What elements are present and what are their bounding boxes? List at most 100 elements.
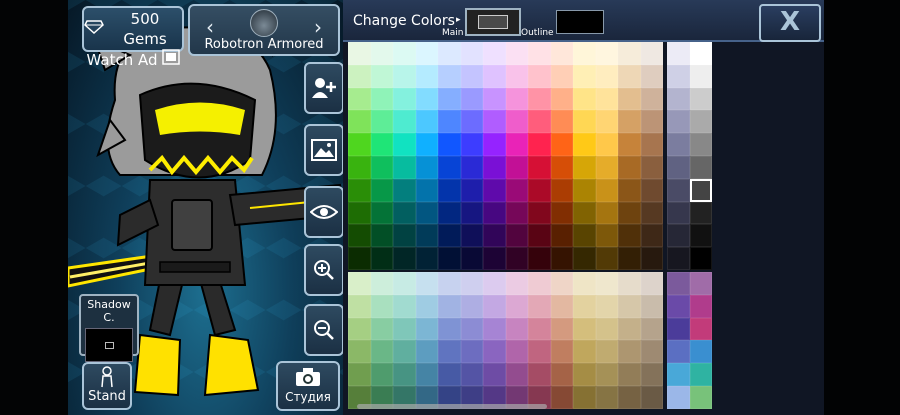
color-swatch[interactable]: [595, 156, 618, 179]
color-swatch[interactable]: [550, 363, 573, 386]
color-swatch[interactable]: [415, 340, 438, 364]
color-swatch[interactable]: [505, 156, 528, 179]
color-swatch[interactable]: [689, 156, 712, 179]
color-swatch[interactable]: [550, 224, 573, 248]
color-swatch[interactable]: [438, 133, 461, 156]
color-swatch[interactable]: [667, 386, 690, 409]
color-swatch[interactable]: [689, 294, 712, 318]
color-swatch[interactable]: [483, 133, 506, 156]
color-swatch[interactable]: [573, 272, 596, 295]
color-swatch[interactable]: [460, 42, 483, 65]
color-swatch[interactable]: [415, 156, 438, 179]
color-swatch[interactable]: [370, 201, 393, 225]
color-swatch[interactable]: [348, 317, 371, 341]
color-swatch[interactable]: [689, 247, 712, 270]
color-swatch[interactable]: [667, 317, 690, 341]
color-swatch[interactable]: [573, 247, 596, 270]
outline-color-swatch[interactable]: [556, 10, 604, 34]
color-swatch[interactable]: [528, 201, 551, 225]
color-swatch[interactable]: [505, 247, 528, 270]
color-swatch[interactable]: [460, 272, 483, 295]
color-swatch[interactable]: [415, 272, 438, 295]
color-swatch[interactable]: [640, 201, 663, 225]
color-swatch[interactable]: [348, 87, 371, 111]
color-swatch[interactable]: [573, 64, 596, 88]
color-swatch[interactable]: [393, 363, 416, 386]
color-swatch[interactable]: [483, 156, 506, 179]
color-swatch[interactable]: [438, 87, 461, 111]
color-swatch[interactable]: [667, 294, 690, 318]
color-swatch[interactable]: [689, 386, 712, 409]
color-swatch[interactable]: [689, 363, 712, 386]
color-swatch[interactable]: [370, 363, 393, 386]
color-swatch[interactable]: [438, 363, 461, 386]
zoom-out-button[interactable]: [304, 304, 344, 356]
color-swatch[interactable]: [689, 340, 712, 364]
color-swatch[interactable]: [438, 247, 461, 270]
color-swatch[interactable]: [573, 133, 596, 156]
color-swatch[interactable]: [415, 42, 438, 65]
color-swatch[interactable]: [618, 64, 641, 88]
color-swatch[interactable]: [618, 317, 641, 341]
color-swatch[interactable]: [640, 386, 663, 409]
color-swatch[interactable]: [483, 247, 506, 270]
color-swatch[interactable]: [667, 64, 690, 88]
color-swatch[interactable]: [393, 317, 416, 341]
color-swatch[interactable]: [595, 42, 618, 65]
color-swatch[interactable]: [348, 363, 371, 386]
color-swatch[interactable]: [595, 272, 618, 295]
chevron-left-icon[interactable]: ‹: [206, 15, 214, 39]
color-swatch[interactable]: [550, 247, 573, 270]
color-swatch[interactable]: [348, 42, 371, 65]
color-swatch[interactable]: [348, 340, 371, 364]
color-swatch[interactable]: [415, 294, 438, 318]
color-swatch[interactable]: [483, 87, 506, 111]
color-swatch[interactable]: [640, 272, 663, 295]
color-swatch[interactable]: [438, 272, 461, 295]
color-swatch[interactable]: [640, 340, 663, 364]
color-swatch[interactable]: [550, 110, 573, 134]
color-swatch[interactable]: [460, 201, 483, 225]
color-swatch[interactable]: [415, 133, 438, 156]
color-swatch[interactable]: [550, 272, 573, 295]
color-swatch[interactable]: [618, 247, 641, 270]
color-swatch[interactable]: [618, 224, 641, 248]
color-swatch[interactable]: [550, 178, 573, 202]
color-swatch[interactable]: [415, 224, 438, 248]
color-swatch[interactable]: [483, 178, 506, 202]
color-swatch[interactable]: [550, 201, 573, 225]
color-swatch[interactable]: [505, 294, 528, 318]
color-swatch[interactable]: [595, 317, 618, 341]
color-swatch[interactable]: [528, 42, 551, 65]
color-swatch[interactable]: [667, 133, 690, 156]
color-swatch[interactable]: [640, 224, 663, 248]
color-swatch[interactable]: [393, 294, 416, 318]
color-swatch[interactable]: [460, 363, 483, 386]
color-swatch[interactable]: [370, 42, 393, 65]
color-swatch[interactable]: [618, 133, 641, 156]
color-swatch[interactable]: [640, 247, 663, 270]
color-swatch[interactable]: [618, 87, 641, 111]
color-swatch[interactable]: [689, 110, 712, 134]
chevron-right-icon[interactable]: ›: [314, 15, 322, 39]
color-swatch[interactable]: [595, 87, 618, 111]
color-swatch[interactable]: [370, 133, 393, 156]
color-swatch[interactable]: [618, 386, 641, 409]
color-swatch[interactable]: [667, 247, 690, 270]
color-swatch[interactable]: [483, 317, 506, 341]
color-swatch[interactable]: [573, 317, 596, 341]
color-swatch[interactable]: [415, 201, 438, 225]
color-swatch[interactable]: [595, 64, 618, 88]
color-swatch[interactable]: [640, 110, 663, 134]
color-swatch[interactable]: [438, 224, 461, 248]
color-swatch[interactable]: [640, 64, 663, 88]
color-swatch[interactable]: [460, 224, 483, 248]
color-swatch[interactable]: [370, 294, 393, 318]
color-swatch[interactable]: [483, 42, 506, 65]
color-swatch[interactable]: [348, 133, 371, 156]
color-swatch[interactable]: [640, 363, 663, 386]
color-swatch[interactable]: [528, 317, 551, 341]
color-swatch[interactable]: [595, 247, 618, 270]
main-color-swatch[interactable]: [465, 8, 521, 36]
close-button[interactable]: X: [759, 4, 821, 42]
